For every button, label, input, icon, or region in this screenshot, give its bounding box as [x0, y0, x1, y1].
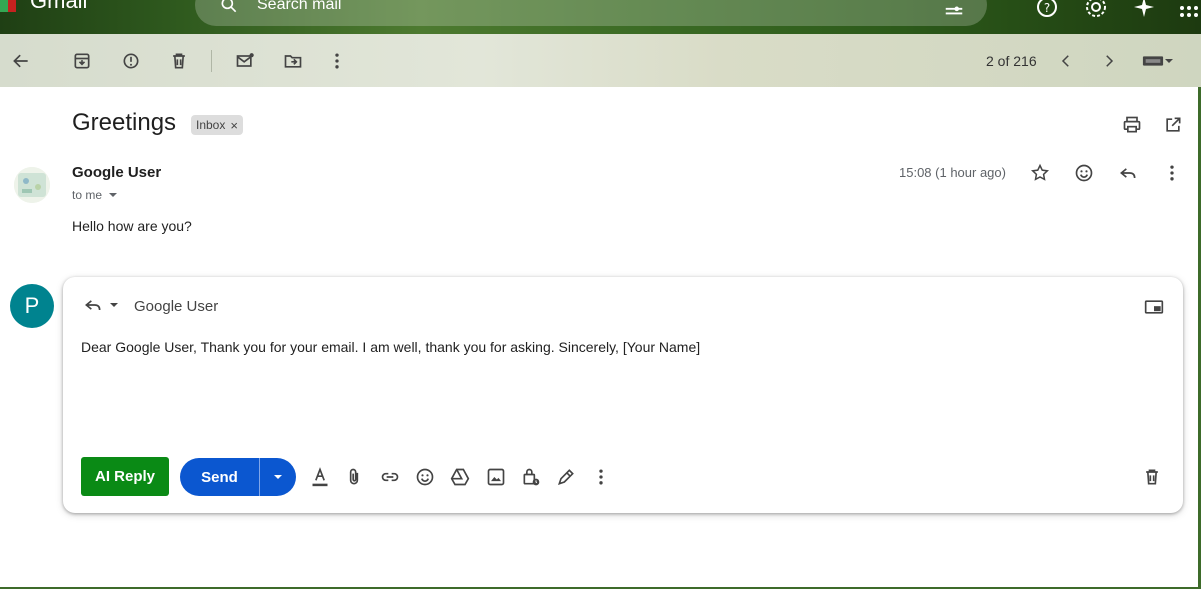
- open-in-new-window-icon[interactable]: [1160, 112, 1186, 138]
- schedule-send-dropdown[interactable]: [260, 458, 296, 496]
- reply-icon[interactable]: [1115, 160, 1141, 186]
- emoji-reaction-icon[interactable]: [1071, 160, 1097, 186]
- reply-body-editor[interactable]: Dear Google User, Thank you for your ema…: [81, 339, 700, 355]
- email-timestamp: 15:08 (1 hour ago): [899, 165, 1006, 180]
- search-options-icon[interactable]: [943, 0, 965, 18]
- gmail-logo[interactable]: Gmail: [0, 0, 87, 14]
- message-more-icon[interactable]: [1159, 160, 1185, 186]
- email-body: Hello how are you?: [72, 218, 192, 234]
- input-tools-button[interactable]: [1138, 47, 1178, 75]
- sender-name[interactable]: Google User: [72, 164, 161, 181]
- move-to-button[interactable]: [279, 47, 307, 75]
- more-compose-options-icon[interactable]: [588, 464, 614, 490]
- gemini-icon[interactable]: [1131, 0, 1157, 20]
- reply-type-dropdown[interactable]: [83, 295, 119, 315]
- pop-out-reply-icon[interactable]: [1141, 294, 1167, 320]
- insert-drive-file-icon[interactable]: [447, 464, 473, 490]
- back-button[interactable]: [7, 47, 35, 75]
- caret-down-icon: [110, 303, 118, 307]
- label-chip-text: Inbox: [196, 118, 226, 132]
- mark-unread-button[interactable]: [231, 47, 259, 75]
- reply-icon: [85, 300, 101, 311]
- remove-label-icon[interactable]: ×: [230, 118, 238, 133]
- newer-button[interactable]: [1052, 47, 1080, 75]
- pagination-count: 2 of 216: [986, 53, 1037, 69]
- send-button[interactable]: Send: [180, 458, 259, 496]
- chevron-down-icon: [1165, 59, 1173, 63]
- send-button-group: Send: [180, 458, 296, 496]
- recipient-line: to me: [72, 188, 103, 202]
- search-bar[interactable]: Search mail: [195, 0, 987, 26]
- report-spam-button[interactable]: [117, 47, 145, 75]
- help-icon[interactable]: ?: [1034, 0, 1060, 20]
- older-button[interactable]: [1095, 47, 1123, 75]
- insert-link-icon[interactable]: [377, 464, 403, 490]
- search-icon: [221, 0, 237, 13]
- attach-file-icon[interactable]: [341, 464, 367, 490]
- caret-down-icon: [109, 193, 118, 197]
- confidential-mode-icon[interactable]: [518, 464, 544, 490]
- gmail-logo-mark: [0, 0, 16, 12]
- sender-avatar[interactable]: [14, 167, 50, 203]
- insert-emoji-icon[interactable]: [412, 464, 438, 490]
- label-chip[interactable]: Inbox ×: [191, 115, 243, 135]
- star-icon[interactable]: [1027, 160, 1053, 186]
- svg-text:?: ?: [1044, 1, 1050, 15]
- archive-button[interactable]: [68, 47, 96, 75]
- settings-icon[interactable]: [1083, 0, 1109, 20]
- toolbar-divider: [211, 50, 212, 72]
- user-avatar[interactable]: P: [10, 284, 54, 328]
- discard-draft-icon[interactable]: [1139, 464, 1165, 490]
- caret-down-icon: [274, 475, 282, 479]
- app-name: Gmail: [30, 0, 88, 13]
- email-subject: Greetings: [72, 109, 177, 136]
- recipient-details-toggle[interactable]: to me: [72, 188, 118, 202]
- delete-button[interactable]: [165, 47, 193, 75]
- reading-pane: Greetings Inbox × Google User to me 15:0…: [0, 87, 1198, 587]
- insert-photo-icon[interactable]: [483, 464, 509, 490]
- message-toolbar: 2 of 216: [0, 34, 1201, 87]
- insert-signature-icon[interactable]: [553, 464, 579, 490]
- formatting-options-icon[interactable]: [307, 464, 333, 490]
- search-input[interactable]: Search mail: [257, 0, 341, 14]
- reply-recipient[interactable]: Google User: [134, 298, 218, 315]
- keyboard-icon: [1142, 56, 1164, 66]
- more-options-icon[interactable]: [323, 47, 351, 75]
- apps-grid-icon[interactable]: [1176, 0, 1201, 20]
- reply-compose-box: Google User Dear Google User, Thank you …: [63, 277, 1183, 513]
- ai-reply-button[interactable]: AI Reply: [81, 457, 169, 496]
- print-icon[interactable]: [1119, 112, 1145, 138]
- top-banner: Gmail Search mail ?: [0, 0, 1201, 34]
